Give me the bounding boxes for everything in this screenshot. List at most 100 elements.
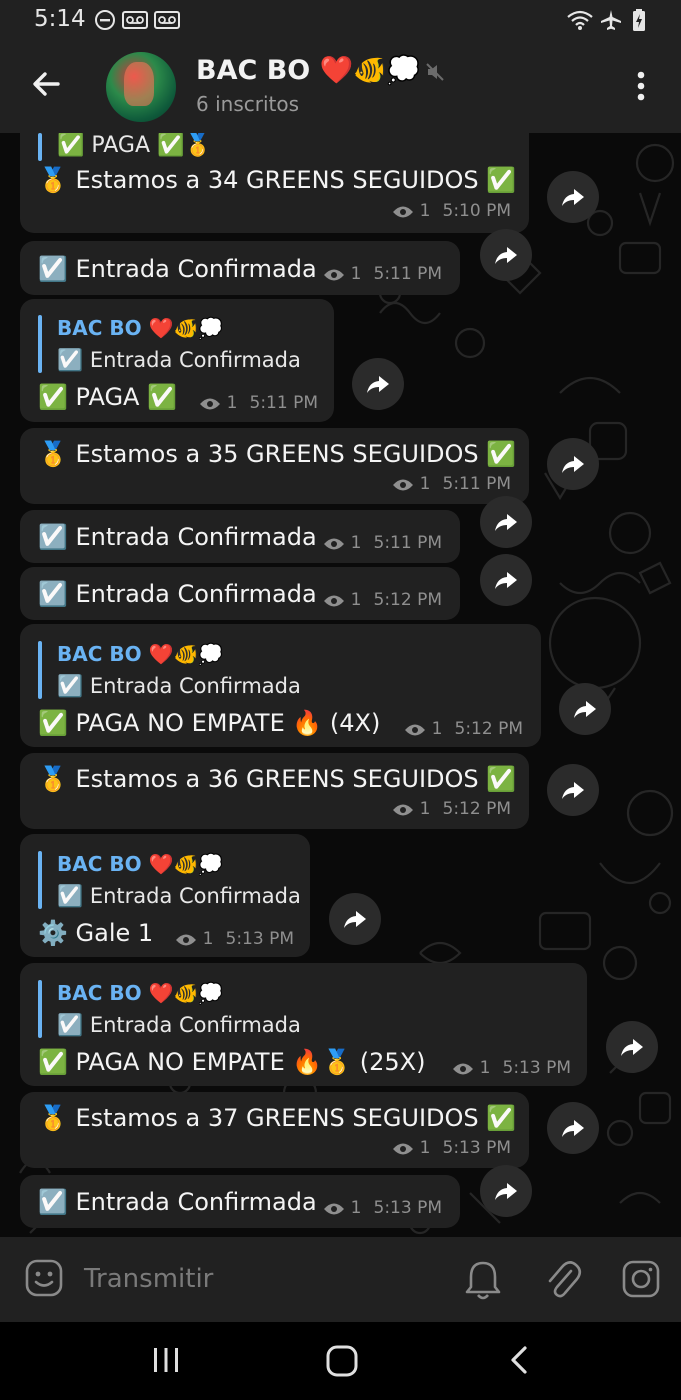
back-arrow-icon[interactable] [26,64,66,104]
message-bubble[interactable]: ☑️ Entrada Confirmada 1 5:11 PM [20,510,460,563]
message-bubble[interactable]: ☑️ Entrada Confirmada 1 5:13 PM [20,1175,460,1228]
message-meta: 1 5:12 PM [404,719,523,739]
message-text: ✅ PAGA NO EMPATE 🔥🥇 (25X) [38,1048,426,1076]
message-bubble[interactable]: ☑️ Entrada Confirmada 1 5:12 PM [20,567,460,620]
back-nav-icon[interactable] [505,1344,535,1376]
eye-icon [452,1063,473,1075]
eye-icon [404,724,425,736]
share-arrow-icon [344,911,366,928]
message-text: ☑️ Entrada Confirmada [38,523,317,551]
view-count: 1 [202,929,214,949]
quoted-text: ✅ PAGA ✅🥇 [57,133,212,158]
share-arrow-icon [562,189,584,206]
instagram-camera-icon[interactable] [621,1259,661,1299]
eye-icon [323,595,344,607]
quoted-text: ☑️ Entrada Confirmada [57,884,301,908]
message-text: 🥇 Estamos a 36 GREENS SEGUIDOS ✅ [38,765,517,793]
message-bubble[interactable]: BAC BO ❤️🐠💭 ☑️ Entrada Confirmada ⚙️ Gal… [20,834,310,957]
share-button[interactable] [352,358,404,410]
message-meta: 1 5:10 PM [392,201,511,221]
share-arrow-icon [562,456,584,473]
recent-apps-icon[interactable] [150,1344,182,1376]
message-meta: 1 5:11 PM [323,533,442,553]
share-button[interactable] [606,1021,658,1073]
message-bubble[interactable]: 🥇 Estamos a 36 GREENS SEGUIDOS ✅ 1 5:12 P… [20,753,529,829]
share-button[interactable] [480,554,532,606]
message-bubble[interactable]: ☑️ Entrada Confirmada 1 5:11 PM [20,241,460,295]
message-time: 5:11 PM [373,264,443,284]
message-time: 5:12 PM [442,799,512,819]
view-count: 1 [431,719,443,739]
quoted-author: BAC BO ❤️🐠💭 [57,316,224,340]
message-bubble[interactable]: 🥇 Estamos a 35 GREENS SEGUIDOS ✅ 1 5:11 P… [20,428,529,504]
share-button[interactable] [547,438,599,490]
message-meta: 1 5:12 PM [392,799,511,819]
message-bubble[interactable]: BAC BO ❤️🐠💭 ☑️ Entrada Confirmada ✅ PAGA… [20,299,334,422]
eye-icon [323,269,344,281]
share-button[interactable] [329,893,381,945]
subscriber-count: 6 inscritos [196,92,300,116]
message-text: 🥇 Estamos a 37 GREENS SEGUIDOS ✅ [38,1104,517,1132]
share-arrow-icon [495,572,517,589]
view-count: 1 [350,264,362,284]
wifi-icon [567,10,593,30]
eye-icon [199,398,220,410]
bell-icon[interactable] [463,1259,503,1301]
view-count: 1 [419,1138,431,1158]
emoji-icon[interactable] [24,1258,64,1298]
voicemail-icon [154,11,180,29]
share-arrow-icon [574,701,596,718]
channel-avatar[interactable] [106,52,176,122]
view-count: 1 [226,393,238,413]
message-text: ✅ PAGA NO EMPATE 🔥 (4X) [38,709,381,737]
share-button[interactable] [480,1165,532,1217]
channel-title[interactable]: BAC BO ❤️🐠💭 [196,54,420,86]
message-time: 5:13 PM [225,929,295,949]
quote-bar [38,851,42,909]
quoted-author: BAC BO ❤️🐠💭 [57,981,224,1005]
view-count: 1 [419,799,431,819]
message-time: 5:10 PM [442,201,512,221]
message-meta: 1 5:13 PM [175,929,294,949]
message-list[interactable]: ✅ PAGA ✅🥇 🥇 Estamos a 34 GREENS SEGUIDOS… [0,133,681,1237]
battery-charging-icon [633,9,645,31]
message-meta: 1 5:13 PM [392,1138,511,1158]
share-button[interactable] [547,764,599,816]
share-button[interactable] [480,496,532,548]
share-arrow-icon [495,247,517,264]
message-meta: 1 5:11 PM [323,264,442,284]
airplane-mode-icon [601,10,621,30]
share-button[interactable] [547,171,599,223]
message-meta: 1 5:13 PM [323,1198,442,1218]
broadcast-input[interactable]: Transmitir [84,1264,213,1294]
message-text: 🥇 Estamos a 35 GREENS SEGUIDOS ✅ [38,440,517,468]
paperclip-icon[interactable] [543,1259,583,1301]
quote-bar [38,641,42,699]
voicemail-icon [122,11,148,29]
eye-icon [323,538,344,550]
eye-icon [392,1143,413,1155]
message-bubble[interactable]: ✅ PAGA ✅🥇 🥇 Estamos a 34 GREENS SEGUIDOS… [20,133,529,233]
message-bubble[interactable]: BAC BO ❤️🐠💭 ☑️ Entrada Confirmada ✅ PAGA… [20,963,587,1086]
message-text: 🥇 Estamos a 34 GREENS SEGUIDOS ✅ [38,166,517,194]
quoted-author: BAC BO ❤️🐠💭 [57,852,224,876]
message-bubble[interactable]: 🥇 Estamos a 37 GREENS SEGUIDOS ✅ 1 5:13 P… [20,1092,529,1168]
message-text: ⚙️ Gale 1 [38,919,154,947]
more-vert-icon[interactable] [628,68,654,104]
message-bubble[interactable]: BAC BO ❤️🐠💭 ☑️ Entrada Confirmada ✅ PAGA… [20,624,541,747]
eye-icon [392,479,413,491]
message-time: 5:11 PM [442,474,512,494]
share-button[interactable] [559,683,611,735]
message-time: 5:12 PM [373,590,443,610]
status-time: 5:14 [34,6,86,32]
share-button[interactable] [480,229,532,281]
message-text: ☑️ Entrada Confirmada [38,1188,317,1216]
quote-bar [38,133,42,161]
eye-icon [323,1203,344,1215]
message-text: ✅ PAGA ✅ [38,383,177,411]
message-time: 5:11 PM [373,533,443,553]
composer-bar: Transmitir [0,1237,681,1322]
home-icon[interactable] [325,1344,359,1378]
message-time: 5:13 PM [502,1058,572,1078]
share-button[interactable] [547,1102,599,1154]
